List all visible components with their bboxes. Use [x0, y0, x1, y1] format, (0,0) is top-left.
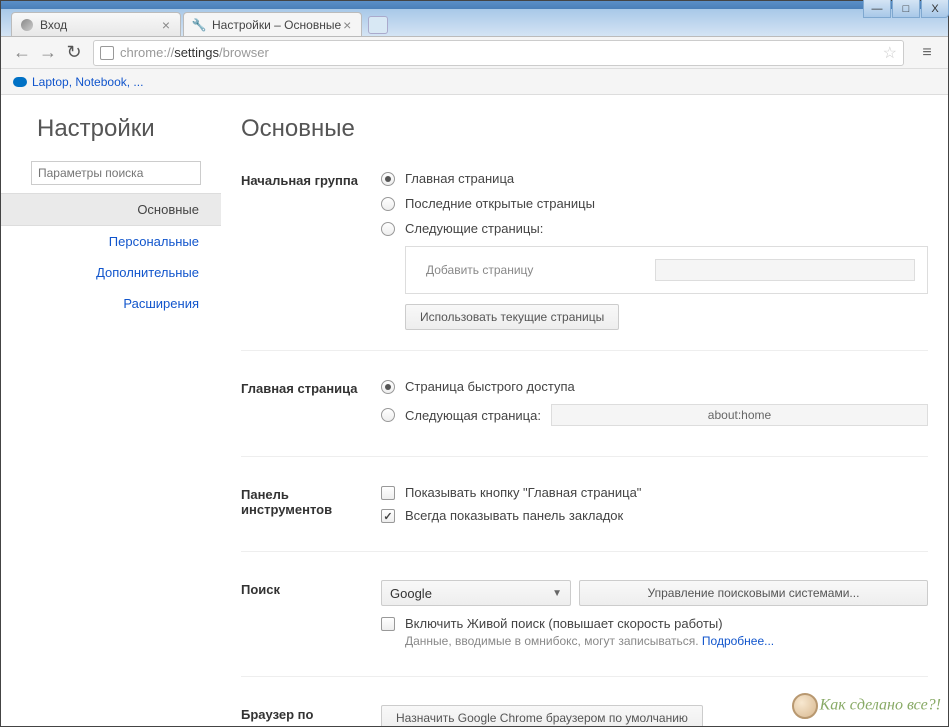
radio-label: Следующие страницы: [405, 221, 543, 236]
startup-pages-box: Добавить страницу [405, 246, 928, 294]
nav-item-extensions[interactable]: Расширения [1, 288, 221, 319]
checkbox-instant-search[interactable] [381, 617, 395, 631]
section-label-homepage: Главная страница [241, 379, 381, 436]
learn-more-link[interactable]: Подробнее... [702, 634, 774, 648]
homepage-url-input[interactable] [551, 404, 928, 426]
checkbox-show-bookmarks[interactable] [381, 509, 395, 523]
add-page-label: Добавить страницу [418, 263, 533, 277]
tab-label: Вход [40, 18, 67, 32]
reload-button[interactable]: ↻ [61, 40, 87, 66]
wrench-icon: 🔧 [192, 18, 206, 32]
tab-settings[interactable]: 🔧 Настройки – Основные × [183, 12, 362, 36]
section-label-default-browser: Браузер по умолчанию [241, 705, 381, 726]
settings-main: Основные Начальная группа Главная страни… [221, 95, 948, 726]
add-page-input[interactable] [655, 259, 915, 281]
new-tab-button[interactable] [368, 16, 388, 34]
bookmark-star-icon[interactable]: ☆ [883, 43, 897, 63]
section-label-startup: Начальная группа [241, 171, 381, 330]
radio-label: Следующая страница: [405, 408, 541, 423]
minimize-button[interactable]: — [863, 0, 891, 18]
check-label: Показывать кнопку "Главная страница" [405, 485, 641, 500]
search-engine-select[interactable]: Google ▼ [381, 580, 571, 606]
browser-toolbar: ← → ↻ chrome://settings/browser ☆ ≡ [1, 37, 948, 69]
radio-homepage[interactable] [381, 172, 395, 186]
tab-label: Настройки – Основные [212, 18, 341, 32]
settings-search-input[interactable] [31, 161, 201, 185]
nav-item-basics[interactable]: Основные [1, 193, 221, 226]
window-controls: — □ X [862, 0, 949, 18]
menu-button[interactable]: ≡ [914, 40, 940, 66]
radio-specific-pages[interactable] [381, 222, 395, 236]
checkbox-show-home[interactable] [381, 486, 395, 500]
intel-icon [13, 77, 27, 87]
section-label-toolbar: Панель инструментов [241, 485, 381, 531]
bookmark-item-laptop[interactable]: Laptop, Notebook, ... [13, 75, 143, 89]
close-window-button[interactable]: X [921, 0, 949, 18]
close-tab-icon[interactable]: × [160, 17, 172, 33]
use-current-pages-button[interactable]: Использовать текущие страницы [405, 304, 619, 330]
check-label: Всегда показывать панель закладок [405, 508, 623, 523]
section-label-search: Поиск [241, 580, 381, 656]
tab-strip: Вход × 🔧 Настройки – Основные × [1, 9, 948, 37]
radio-last-pages[interactable] [381, 197, 395, 211]
radio-label: Главная страница [405, 171, 514, 186]
chevron-down-icon: ▼ [552, 588, 562, 599]
radio-custom-homepage[interactable] [381, 408, 395, 422]
close-tab-icon[interactable]: × [341, 17, 353, 33]
nav-item-personal[interactable]: Персональные [1, 226, 221, 257]
settings-sidebar: Настройки Основные Персональные Дополнит… [1, 95, 221, 726]
radio-newtab-page[interactable] [381, 380, 395, 394]
sidebar-title: Настройки [1, 115, 221, 161]
radio-label: Последние открытые страницы [405, 196, 595, 211]
radio-label: Страница быстрого доступа [405, 379, 575, 394]
nav-item-advanced[interactable]: Дополнительные [1, 257, 221, 288]
check-label: Включить Живой поиск (повышает скорость … [405, 616, 723, 631]
set-default-browser-button[interactable]: Назначить Google Chrome браузером по умо… [381, 705, 703, 726]
manage-search-engines-button[interactable]: Управление поисковыми системами... [579, 580, 928, 606]
page-title: Основные [241, 115, 928, 143]
forward-button[interactable]: → [35, 40, 61, 66]
tab-login[interactable]: Вход × [11, 12, 181, 36]
back-button[interactable]: ← [9, 40, 35, 66]
page-icon [100, 46, 114, 60]
bookmark-bar: Laptop, Notebook, ... [1, 69, 948, 95]
address-bar[interactable]: chrome://settings/browser ☆ [93, 40, 904, 66]
maximize-button[interactable]: □ [892, 0, 920, 18]
globe-icon [20, 18, 34, 32]
